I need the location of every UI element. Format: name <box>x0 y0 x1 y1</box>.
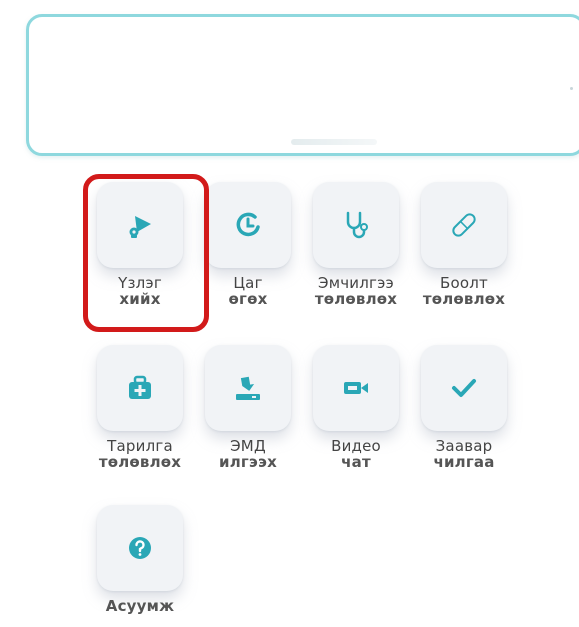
clock-icon <box>233 210 263 240</box>
tile-appointment[interactable]: Цаг өгөх <box>189 182 307 332</box>
tile-video-chat-label: Видео чат <box>297 438 415 470</box>
upload-tray-icon <box>232 373 264 403</box>
tile-label-line1: Асуумж <box>105 597 175 615</box>
tile-questionnaire[interactable]: Асуумж <box>81 505 199 627</box>
decoration-dot <box>570 87 573 90</box>
tile-label-line2: өгөх <box>228 290 268 308</box>
tile-send-emd-label: ЭМД илгээх <box>189 438 307 470</box>
tile-questionnaire-button[interactable] <box>97 505 183 591</box>
tile-label-line1: ЭМД <box>230 437 266 455</box>
tile-label-line1: Үзлэг <box>118 274 162 292</box>
tile-label-line1: Цаг <box>233 274 263 292</box>
tile-questionnaire-label: Асуумж <box>81 598 199 614</box>
checkmark-icon <box>449 375 479 401</box>
tile-injection-plan[interactable]: Тарилга төлөвлөх <box>81 345 199 495</box>
tile-label-line2: хийх <box>119 290 161 308</box>
tile-label-line1: Тарилга <box>107 437 173 455</box>
stethoscope-icon <box>341 209 371 241</box>
tile-label-line2: төлөвлөх <box>422 290 506 308</box>
service-menu-page: Үзлэг хийх Цаг өгөх Эмчилгээ төлөвлөх Бо… <box>0 0 579 627</box>
medical-kit-icon <box>125 374 155 402</box>
tile-examination[interactable]: Үзлэг хийх <box>81 182 199 332</box>
video-camera-icon <box>341 376 371 400</box>
bandage-icon <box>449 210 479 240</box>
tile-appointment-label: Цаг өгөх <box>189 275 307 307</box>
tile-bandage-plan[interactable]: Боолт төлөвлөх <box>405 182 523 332</box>
tile-injection-plan-button[interactable] <box>97 345 183 431</box>
question-circle-icon <box>127 535 153 561</box>
tile-treatment-plan-label: Эмчилгээ төлөвлөх <box>297 275 415 307</box>
tile-treatment-plan[interactable]: Эмчилгээ төлөвлөх <box>297 182 415 332</box>
top-card <box>26 14 579 156</box>
tile-examination-button[interactable] <box>97 182 183 268</box>
telescope-icon <box>123 210 157 240</box>
tile-label-line1: Видео <box>331 437 381 455</box>
tile-video-chat-button[interactable] <box>313 345 399 431</box>
tile-video-chat[interactable]: Видео чат <box>297 345 415 495</box>
tile-label-line2: илгээх <box>219 453 277 471</box>
tile-label-line2: чилгаа <box>433 453 495 471</box>
tile-label-line2: төлөвлөх <box>98 453 182 471</box>
tile-appointment-button[interactable] <box>205 182 291 268</box>
tile-treatment-plan-button[interactable] <box>313 182 399 268</box>
tile-label-line2: чат <box>341 453 371 471</box>
tile-instructions-label: Заавар чилгаа <box>405 438 523 470</box>
tile-label-line1: Заавар <box>435 437 493 455</box>
tile-label-line2: төлөвлөх <box>314 290 398 308</box>
tile-label-line1: Боолт <box>440 274 488 292</box>
tile-instructions[interactable]: Заавар чилгаа <box>405 345 523 495</box>
tile-instructions-button[interactable] <box>421 345 507 431</box>
tile-label-line1: Эмчилгээ <box>318 274 394 292</box>
tile-send-emd[interactable]: ЭМД илгээх <box>189 345 307 495</box>
tile-injection-plan-label: Тарилга төлөвлөх <box>81 438 199 470</box>
tile-send-emd-button[interactable] <box>205 345 291 431</box>
tile-bandage-plan-button[interactable] <box>421 182 507 268</box>
tile-bandage-plan-label: Боолт төлөвлөх <box>405 275 523 307</box>
placeholder-line <box>291 139 377 145</box>
tile-examination-label: Үзлэг хийх <box>81 275 199 307</box>
